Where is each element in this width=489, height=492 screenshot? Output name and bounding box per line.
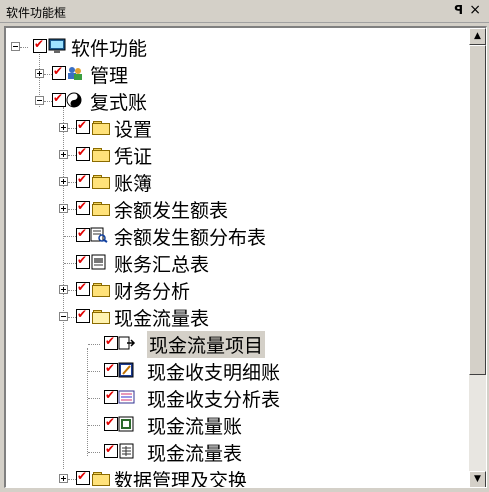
checkbox[interactable] bbox=[76, 145, 90, 161]
table-document-icon bbox=[118, 443, 136, 459]
scroll-up-button[interactable]: ▲ bbox=[469, 28, 486, 45]
checkbox[interactable] bbox=[52, 64, 66, 80]
tree-node-financial-analysis[interactable]: 财务分析 bbox=[59, 276, 359, 303]
tree-node-label: 现金收支明细账 bbox=[147, 362, 281, 384]
expand-toggle[interactable] bbox=[59, 204, 68, 213]
tree-node-root[interactable]: 软件功能 bbox=[11, 33, 311, 60]
checkbox[interactable] bbox=[52, 91, 66, 107]
checkbox[interactable] bbox=[104, 415, 118, 431]
tree-node-label: 余额发生额分布表 bbox=[114, 227, 267, 249]
checkbox[interactable] bbox=[104, 361, 118, 377]
collapse-toggle[interactable] bbox=[35, 96, 44, 105]
tree-node-cash-analysis[interactable]: 现金收支分析表 bbox=[83, 384, 383, 411]
tree-node-label: 账务汇总表 bbox=[114, 254, 210, 276]
tree-node-label: 凭证 bbox=[114, 146, 153, 168]
tree-node-label: 财务分析 bbox=[114, 281, 191, 303]
tree-node-label: 软件功能 bbox=[71, 38, 148, 60]
tree-node-cash-flow-items[interactable]: 现金流量项目 bbox=[83, 330, 383, 358]
tree-node-summary[interactable]: 账务汇总表 bbox=[59, 249, 359, 276]
tree-node-label: 余额发生额表 bbox=[114, 200, 229, 222]
expand-toggle[interactable] bbox=[59, 285, 68, 294]
checkbox[interactable] bbox=[104, 442, 118, 458]
edit-document-icon bbox=[118, 362, 136, 378]
checkbox[interactable] bbox=[76, 307, 90, 323]
list-report-icon bbox=[118, 389, 136, 405]
folder-icon bbox=[92, 173, 110, 189]
close-icon[interactable]: × bbox=[469, 2, 481, 18]
tree-node-label: 现金收支分析表 bbox=[147, 389, 281, 411]
tree-node-label: 现金流量项目 bbox=[147, 331, 266, 358]
pin-icon[interactable]: ꟼ bbox=[454, 3, 463, 17]
report-search-icon bbox=[90, 227, 108, 243]
tree-node-label: 管理 bbox=[90, 65, 129, 87]
tree-node-cash-flow-report[interactable]: 现金流量表 bbox=[83, 438, 383, 465]
computer-icon bbox=[48, 38, 66, 54]
folder-icon bbox=[92, 470, 110, 486]
tree-node-voucher[interactable]: 凭证 bbox=[59, 141, 359, 168]
checkbox[interactable] bbox=[104, 388, 118, 404]
checkbox[interactable] bbox=[76, 199, 90, 215]
folder-icon bbox=[92, 281, 110, 297]
checkbox[interactable] bbox=[33, 37, 47, 53]
tree-node-management[interactable]: 管理 bbox=[35, 60, 335, 87]
tree-node-label: 数据管理及交换 bbox=[114, 470, 248, 488]
checkbox[interactable] bbox=[76, 469, 90, 485]
expand-toggle[interactable] bbox=[59, 177, 68, 186]
folder-icon bbox=[92, 200, 110, 216]
tree-node-cash-flow-ledger[interactable]: 现金流量账 bbox=[83, 411, 383, 438]
expand-toggle[interactable] bbox=[35, 69, 44, 78]
scrollbar-thumb[interactable] bbox=[469, 45, 486, 375]
tree-node-cash-flow-statement[interactable]: 现金流量表 bbox=[59, 303, 359, 330]
collapse-toggle[interactable] bbox=[59, 312, 68, 321]
tree-node-label: 复式账 bbox=[90, 92, 148, 114]
ledger-book-icon bbox=[118, 416, 136, 432]
checkbox[interactable] bbox=[76, 226, 90, 242]
panel-title: 软件功能框 bbox=[6, 6, 67, 20]
collapse-toggle[interactable] bbox=[11, 42, 20, 51]
vertical-scrollbar[interactable]: ▲ ▼ bbox=[469, 28, 486, 487]
tree-node-balance-distribution[interactable]: 余额发生额分布表 bbox=[59, 222, 359, 249]
expand-toggle[interactable] bbox=[59, 150, 68, 159]
tree-node-label: 账簿 bbox=[114, 173, 153, 195]
tree-node-ledger[interactable]: 账簿 bbox=[59, 168, 359, 195]
tree-node-label: 设置 bbox=[114, 119, 153, 141]
checkbox[interactable] bbox=[76, 172, 90, 188]
document-icon bbox=[90, 254, 108, 270]
tree-node-double-entry[interactable]: 复式账 bbox=[35, 87, 335, 114]
tree-node-balance-table[interactable]: 余额发生额表 bbox=[59, 195, 359, 222]
expand-toggle[interactable] bbox=[59, 474, 68, 483]
yin-yang-icon bbox=[66, 92, 84, 108]
open-folder-icon bbox=[92, 308, 110, 324]
function-tree-panel: 软件功能 管理 复式账 设置 凭证 账簿 bbox=[4, 26, 487, 488]
folder-icon bbox=[92, 146, 110, 162]
tree-node-data-exchange[interactable]: 数据管理及交换 bbox=[59, 465, 359, 488]
transfer-arrows-icon bbox=[118, 335, 136, 351]
checkbox[interactable] bbox=[76, 280, 90, 296]
checkbox[interactable] bbox=[104, 334, 118, 350]
tree-node-label: 现金流量表 bbox=[147, 443, 243, 465]
users-icon bbox=[66, 65, 84, 81]
tree-node-cash-detail-ledger[interactable]: 现金收支明细账 bbox=[83, 357, 383, 384]
checkbox[interactable] bbox=[76, 253, 90, 269]
panel-titlebar: 软件功能框 ꟼ × bbox=[0, 0, 489, 23]
scroll-down-button[interactable]: ▼ bbox=[469, 471, 486, 487]
checkbox[interactable] bbox=[76, 118, 90, 134]
expand-toggle[interactable] bbox=[59, 123, 68, 132]
folder-icon bbox=[92, 119, 110, 135]
tree-node-label: 现金流量账 bbox=[147, 416, 243, 438]
tree-node-label: 现金流量表 bbox=[114, 308, 210, 330]
tree-node-settings[interactable]: 设置 bbox=[59, 114, 359, 141]
